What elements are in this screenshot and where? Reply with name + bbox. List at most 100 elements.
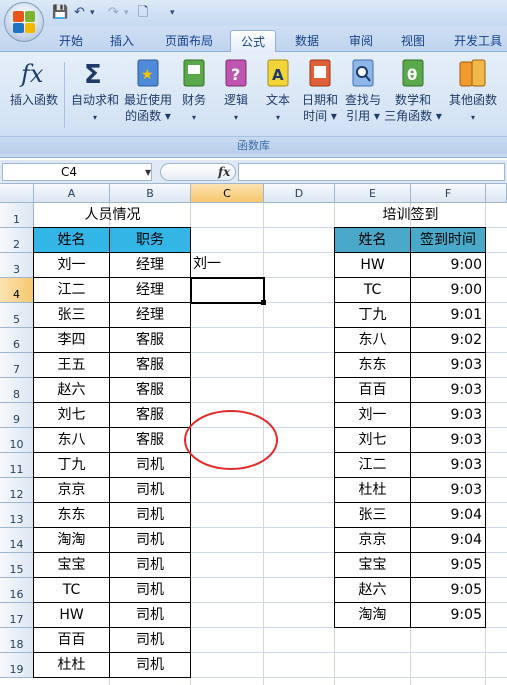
table2-name-cell[interactable]: 刘一 [334, 402, 411, 428]
row-header-10[interactable]: 10 [0, 428, 34, 453]
row-header-18[interactable]: 18 [0, 628, 34, 653]
customize-qat-icon[interactable]: ▾ [170, 4, 175, 22]
row-header-5[interactable]: 5 [0, 303, 34, 328]
tab-page-layout[interactable]: 页面布局 [155, 30, 223, 52]
table1-position-cell[interactable]: 经理 [109, 277, 191, 303]
lookup-button[interactable]: 查找与 引用 ▾ [342, 56, 384, 124]
row-header-11[interactable]: 11 [0, 453, 34, 478]
table1-header-position[interactable]: 职务 [109, 227, 191, 253]
column-header-e[interactable]: E [335, 184, 411, 203]
insert-function-button[interactable]: fx 插入函数 [6, 56, 62, 108]
table1-name-cell[interactable]: TC [33, 577, 110, 603]
table2-time-cell[interactable]: 9:03 [410, 352, 486, 378]
table1-position-cell[interactable]: 经理 [109, 302, 191, 328]
table2-time-cell[interactable]: 9:05 [410, 552, 486, 578]
table2-time-cell[interactable]: 9:05 [410, 577, 486, 603]
row-header-15[interactable]: 15 [0, 553, 34, 578]
table1-position-cell[interactable]: 客服 [109, 377, 191, 403]
table1-position-cell[interactable]: 经理 [109, 252, 191, 278]
table1-name-cell[interactable]: 杜杜 [33, 652, 110, 678]
row-header-2[interactable]: 2 [0, 228, 34, 253]
column-header-b[interactable]: B [110, 184, 191, 203]
table1-position-cell[interactable]: 司机 [109, 527, 191, 553]
row-header-7[interactable]: 7 [0, 353, 34, 378]
row-header-6[interactable]: 6 [0, 328, 34, 353]
table1-name-cell[interactable]: 王五 [33, 352, 110, 378]
table2-time-cell[interactable]: 9:02 [410, 327, 486, 353]
table2-header-time[interactable]: 签到时间 [410, 227, 486, 253]
table2-time-cell[interactable]: 9:03 [410, 377, 486, 403]
table1-position-cell[interactable]: 司机 [109, 477, 191, 503]
redo-dropdown-icon[interactable]: ▾ [124, 4, 129, 22]
table2-name-cell[interactable]: 赵六 [334, 577, 411, 603]
row-header-14[interactable]: 14 [0, 528, 34, 553]
table1-position-cell[interactable]: 司机 [109, 452, 191, 478]
tab-home[interactable]: 开始 [50, 30, 92, 52]
table2-header-name[interactable]: 姓名 [334, 227, 411, 253]
table1-position-cell[interactable]: 客服 [109, 352, 191, 378]
table1-position-cell[interactable]: 客服 [109, 427, 191, 453]
table1-name-cell[interactable]: 百百 [33, 627, 110, 653]
table2-name-cell[interactable]: 百百 [334, 377, 411, 403]
row-header-12[interactable]: 12 [0, 478, 34, 503]
table1-position-cell[interactable]: 司机 [109, 627, 191, 653]
table2-name-cell[interactable]: HW [334, 252, 411, 278]
table1-name-cell[interactable]: 东八 [33, 427, 110, 453]
table1-position-cell[interactable]: 客服 [109, 327, 191, 353]
tab-insert[interactable]: 插入 [100, 30, 144, 52]
more-functions-button[interactable]: 其他函数 ▾ [444, 56, 502, 126]
cell-c3[interactable]: 刘一 [190, 252, 264, 278]
table1-position-cell[interactable]: 司机 [109, 502, 191, 528]
table2-time-cell[interactable]: 9:03 [410, 452, 486, 478]
column-header-a[interactable]: A [34, 184, 110, 203]
table1-name-cell[interactable]: 刘一 [33, 252, 110, 278]
table2-name-cell[interactable]: 丁九 [334, 302, 411, 328]
table2-name-cell[interactable]: 淘淘 [334, 602, 411, 628]
table1-name-cell[interactable]: 赵六 [33, 377, 110, 403]
insert-function-fx-icon[interactable]: fx [218, 165, 230, 179]
table1-name-cell[interactable]: 淘淘 [33, 527, 110, 553]
table1-position-cell[interactable]: 司机 [109, 652, 191, 678]
row-header-19[interactable]: 19 [0, 653, 34, 678]
table1-name-cell[interactable]: HW [33, 602, 110, 628]
column-header-c[interactable]: C [191, 184, 264, 203]
tab-developer[interactable]: 开发工具 [446, 30, 507, 52]
autosum-button[interactable]: Σ 自动求和 ▾ [68, 56, 122, 126]
table2-time-cell[interactable]: 9:04 [410, 527, 486, 553]
table1-position-cell[interactable]: 司机 [109, 552, 191, 578]
formula-input[interactable] [238, 163, 505, 181]
row-header-4[interactable]: 4 [0, 278, 34, 303]
logical-button[interactable]: ? 逻辑 ▾ [218, 56, 254, 126]
tab-data[interactable]: 数据 [284, 30, 330, 52]
table2-name-cell[interactable]: 杜杜 [334, 477, 411, 503]
table1-name-cell[interactable]: 京京 [33, 477, 110, 503]
table2-time-cell[interactable]: 9:05 [410, 602, 486, 628]
name-box-dropdown-icon[interactable]: ▼ [145, 168, 151, 177]
table2-name-cell[interactable]: TC [334, 277, 411, 303]
fill-handle[interactable] [261, 300, 266, 305]
column-header-f[interactable]: F [411, 184, 486, 203]
row-header-9[interactable]: 9 [0, 403, 34, 428]
table2-name-cell[interactable]: 宝宝 [334, 552, 411, 578]
table2-name-cell[interactable]: 张三 [334, 502, 411, 528]
table1-header-name[interactable]: 姓名 [33, 227, 110, 253]
row-header-8[interactable]: 8 [0, 378, 34, 403]
undo-dropdown-icon[interactable]: ▾ [90, 4, 95, 22]
row-header-17[interactable]: 17 [0, 603, 34, 628]
redo-icon[interactable]: ↷ [108, 4, 119, 22]
tab-formulas[interactable]: 公式 [230, 30, 276, 52]
tab-view[interactable]: 视图 [390, 30, 436, 52]
table1-name-cell[interactable]: 李四 [33, 327, 110, 353]
table2-time-cell[interactable]: 9:00 [410, 277, 486, 303]
table2-time-cell[interactable]: 9:00 [410, 252, 486, 278]
table2-time-cell[interactable]: 9:03 [410, 427, 486, 453]
table1-name-cell[interactable]: 张三 [33, 302, 110, 328]
table1-name-cell[interactable]: 宝宝 [33, 552, 110, 578]
datetime-button[interactable]: 日期和 时间 ▾ [298, 56, 342, 124]
table2-time-cell[interactable]: 9:03 [410, 402, 486, 428]
table2-name-cell[interactable]: 江二 [334, 452, 411, 478]
row-header-16[interactable]: 16 [0, 578, 34, 603]
table1-name-cell[interactable]: 丁九 [33, 452, 110, 478]
table1-position-cell[interactable]: 客服 [109, 402, 191, 428]
table2-name-cell[interactable]: 东东 [334, 352, 411, 378]
